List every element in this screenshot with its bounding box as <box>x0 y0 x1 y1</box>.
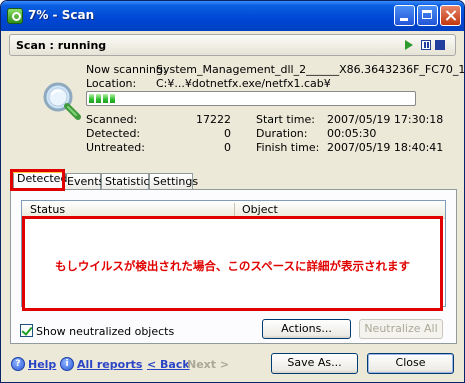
annotation-text: もしウイルスが検出された場合、このスペースに詳細が表示されます <box>54 259 411 273</box>
duration-value: 00:05:30 <box>327 127 377 140</box>
column-separator[interactable] <box>234 203 235 216</box>
tab-statistics[interactable]: Statistics <box>101 173 155 189</box>
scan-window: 7% - Scan Scan : running Now scanning: S… <box>0 0 465 383</box>
play-icon[interactable] <box>405 40 413 50</box>
minimize-button[interactable] <box>394 5 415 26</box>
close-window-button[interactable] <box>440 5 461 26</box>
untreated-label: Untreated: <box>86 141 145 154</box>
all-reports-link[interactable]: All reports <box>77 358 142 371</box>
progress-segment <box>110 94 115 103</box>
window-title: 7% - Scan <box>28 8 95 22</box>
help-icon[interactable]: ? <box>11 357 25 371</box>
start-time-label: Start time: <box>256 113 315 126</box>
save-as-button[interactable]: Save As... <box>271 353 358 374</box>
location-value: C:¥...¥dotnetfx.exe/netfx1.cab¥ <box>156 77 331 90</box>
column-object[interactable]: Object <box>242 203 278 216</box>
progress-segment <box>103 94 108 103</box>
tab-highlight-frame <box>10 169 65 191</box>
magnifier-scan-icon <box>43 82 81 120</box>
all-reports-icon[interactable]: i <box>60 357 74 371</box>
column-status[interactable]: Status <box>30 203 65 216</box>
scan-status-panel: Scan : running <box>9 34 456 56</box>
duration-label: Duration: <box>256 127 308 140</box>
progress-segment <box>96 94 101 103</box>
next-link: Next > <box>187 358 230 371</box>
scan-progress-fill <box>89 94 115 103</box>
kaspersky-app-icon <box>7 8 23 24</box>
detected-value: 0 <box>224 127 231 140</box>
help-link[interactable]: Help <box>28 358 56 371</box>
title-bar[interactable]: 7% - Scan <box>1 1 464 31</box>
now-scanning-value: System_Management_dll_2______X86.3643236… <box>156 63 465 76</box>
show-neutralized-checkbox[interactable] <box>20 324 33 337</box>
back-link[interactable]: < Back <box>147 358 190 371</box>
start-time-value: 2007/05/19 17:30:18 <box>327 113 444 126</box>
location-label: Location: <box>86 77 137 90</box>
finish-time-label: Finish time: <box>256 141 320 154</box>
tab-events[interactable]: Events <box>63 173 104 189</box>
finish-time-value: 2007/05/19 18:40:41 <box>327 141 444 154</box>
progress-segment <box>89 94 94 103</box>
show-neutralized-label[interactable]: Show neutralized objects <box>36 325 174 338</box>
close-button[interactable]: Close <box>367 353 454 374</box>
scanned-label: Scanned: <box>86 113 138 126</box>
pause-icon[interactable] <box>421 40 431 50</box>
stop-icon[interactable] <box>435 40 445 50</box>
scan-status-text: Scan : running <box>16 39 107 52</box>
scan-progress-bar <box>86 91 416 106</box>
annotation-box: もしウイルスが検出された場合、このスペースに詳細が表示されます <box>22 216 443 311</box>
actions-button[interactable]: Actions... <box>262 319 351 339</box>
untreated-value: 0 <box>224 141 231 154</box>
tab-settings[interactable]: Settings <box>149 173 198 189</box>
detected-label: Detected: <box>86 127 141 140</box>
scanned-value: 17222 <box>196 113 231 126</box>
maximize-button[interactable] <box>417 5 438 26</box>
now-scanning-label: Now scanning: <box>86 63 167 76</box>
neutralize-all-button[interactable]: Neutralize All <box>359 319 443 339</box>
